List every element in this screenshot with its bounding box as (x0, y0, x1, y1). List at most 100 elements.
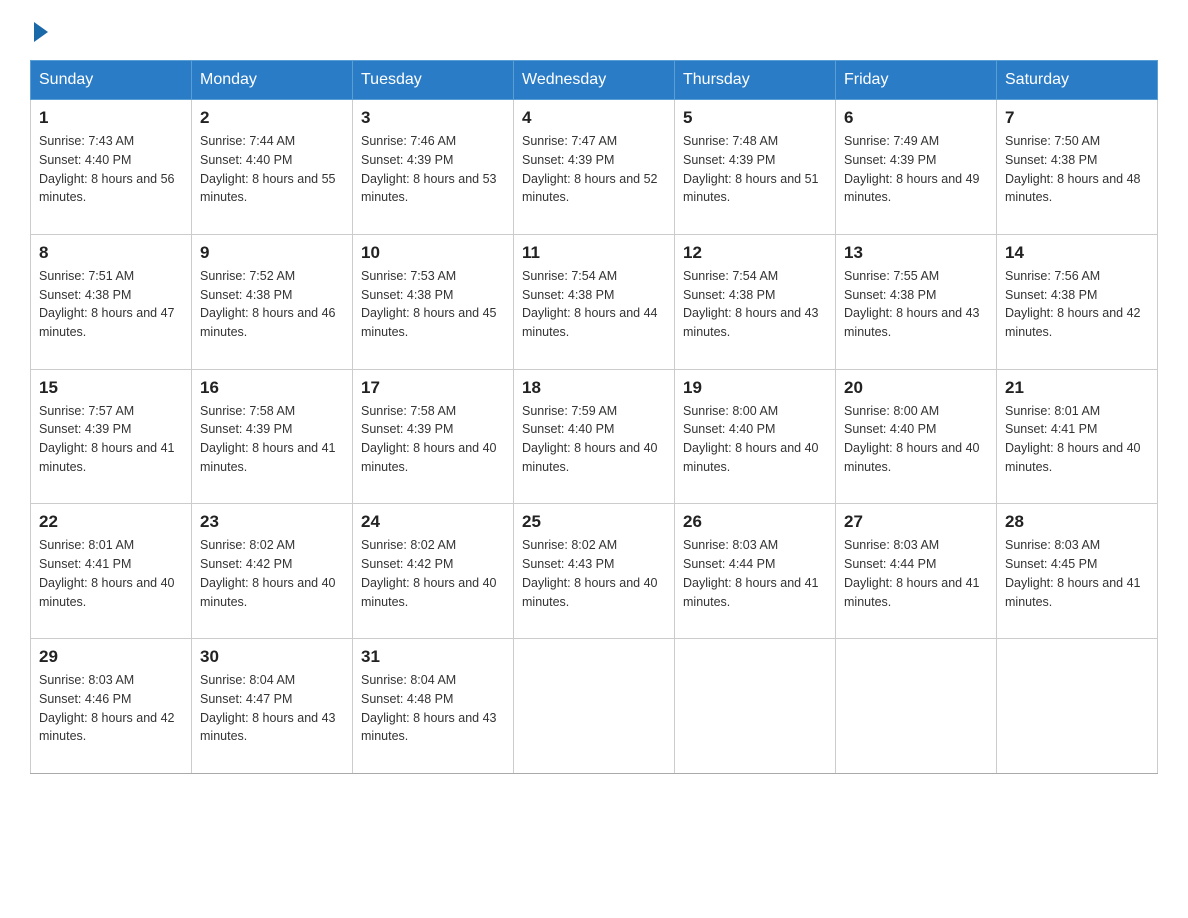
calendar-cell: 9 Sunrise: 7:52 AM Sunset: 4:38 PM Dayli… (192, 234, 353, 369)
day-number: 9 (200, 243, 344, 263)
day-info: Sunrise: 8:02 AM Sunset: 4:43 PM Dayligh… (522, 536, 666, 630)
calendar-cell (997, 639, 1158, 774)
calendar-cell: 5 Sunrise: 7:48 AM Sunset: 4:39 PM Dayli… (675, 100, 836, 235)
day-info: Sunrise: 8:00 AM Sunset: 4:40 PM Dayligh… (844, 402, 988, 496)
calendar-cell: 13 Sunrise: 7:55 AM Sunset: 4:38 PM Dayl… (836, 234, 997, 369)
calendar-cell: 31 Sunrise: 8:04 AM Sunset: 4:48 PM Dayl… (353, 639, 514, 774)
day-info: Sunrise: 7:51 AM Sunset: 4:38 PM Dayligh… (39, 267, 183, 361)
logo-arrow-icon (34, 22, 48, 42)
calendar-cell: 18 Sunrise: 7:59 AM Sunset: 4:40 PM Dayl… (514, 369, 675, 504)
day-info: Sunrise: 7:59 AM Sunset: 4:40 PM Dayligh… (522, 402, 666, 496)
calendar-cell (836, 639, 997, 774)
calendar-cell: 22 Sunrise: 8:01 AM Sunset: 4:41 PM Dayl… (31, 504, 192, 639)
calendar-week-row: 29 Sunrise: 8:03 AM Sunset: 4:46 PM Dayl… (31, 639, 1158, 774)
day-number: 7 (1005, 108, 1149, 128)
calendar-header-row: SundayMondayTuesdayWednesdayThursdayFrid… (31, 61, 1158, 100)
calendar-header-saturday: Saturday (997, 61, 1158, 100)
day-info: Sunrise: 8:01 AM Sunset: 4:41 PM Dayligh… (1005, 402, 1149, 496)
day-number: 16 (200, 378, 344, 398)
day-info: Sunrise: 8:01 AM Sunset: 4:41 PM Dayligh… (39, 536, 183, 630)
calendar-cell: 28 Sunrise: 8:03 AM Sunset: 4:45 PM Dayl… (997, 504, 1158, 639)
day-number: 6 (844, 108, 988, 128)
day-number: 20 (844, 378, 988, 398)
day-info: Sunrise: 7:52 AM Sunset: 4:38 PM Dayligh… (200, 267, 344, 361)
calendar-cell: 25 Sunrise: 8:02 AM Sunset: 4:43 PM Dayl… (514, 504, 675, 639)
day-info: Sunrise: 7:49 AM Sunset: 4:39 PM Dayligh… (844, 132, 988, 226)
day-info: Sunrise: 7:54 AM Sunset: 4:38 PM Dayligh… (683, 267, 827, 361)
day-info: Sunrise: 7:57 AM Sunset: 4:39 PM Dayligh… (39, 402, 183, 496)
calendar-cell: 6 Sunrise: 7:49 AM Sunset: 4:39 PM Dayli… (836, 100, 997, 235)
calendar-cell (675, 639, 836, 774)
calendar-cell: 11 Sunrise: 7:54 AM Sunset: 4:38 PM Dayl… (514, 234, 675, 369)
day-info: Sunrise: 7:48 AM Sunset: 4:39 PM Dayligh… (683, 132, 827, 226)
calendar-cell: 30 Sunrise: 8:04 AM Sunset: 4:47 PM Dayl… (192, 639, 353, 774)
day-number: 27 (844, 512, 988, 532)
calendar-cell: 29 Sunrise: 8:03 AM Sunset: 4:46 PM Dayl… (31, 639, 192, 774)
day-number: 17 (361, 378, 505, 398)
day-info: Sunrise: 7:55 AM Sunset: 4:38 PM Dayligh… (844, 267, 988, 361)
day-number: 5 (683, 108, 827, 128)
calendar-header-tuesday: Tuesday (353, 61, 514, 100)
day-number: 8 (39, 243, 183, 263)
calendar-cell: 12 Sunrise: 7:54 AM Sunset: 4:38 PM Dayl… (675, 234, 836, 369)
day-number: 4 (522, 108, 666, 128)
calendar-week-row: 22 Sunrise: 8:01 AM Sunset: 4:41 PM Dayl… (31, 504, 1158, 639)
day-number: 31 (361, 647, 505, 667)
day-info: Sunrise: 8:04 AM Sunset: 4:47 PM Dayligh… (200, 671, 344, 765)
day-info: Sunrise: 8:03 AM Sunset: 4:44 PM Dayligh… (844, 536, 988, 630)
calendar-header-wednesday: Wednesday (514, 61, 675, 100)
day-info: Sunrise: 8:03 AM Sunset: 4:44 PM Dayligh… (683, 536, 827, 630)
day-info: Sunrise: 7:46 AM Sunset: 4:39 PM Dayligh… (361, 132, 505, 226)
day-number: 29 (39, 647, 183, 667)
day-info: Sunrise: 7:53 AM Sunset: 4:38 PM Dayligh… (361, 267, 505, 361)
calendar-header-friday: Friday (836, 61, 997, 100)
calendar-cell: 2 Sunrise: 7:44 AM Sunset: 4:40 PM Dayli… (192, 100, 353, 235)
calendar-cell: 1 Sunrise: 7:43 AM Sunset: 4:40 PM Dayli… (31, 100, 192, 235)
day-number: 10 (361, 243, 505, 263)
day-info: Sunrise: 8:03 AM Sunset: 4:45 PM Dayligh… (1005, 536, 1149, 630)
day-number: 15 (39, 378, 183, 398)
calendar-week-row: 1 Sunrise: 7:43 AM Sunset: 4:40 PM Dayli… (31, 100, 1158, 235)
calendar-cell: 20 Sunrise: 8:00 AM Sunset: 4:40 PM Dayl… (836, 369, 997, 504)
calendar-cell: 3 Sunrise: 7:46 AM Sunset: 4:39 PM Dayli… (353, 100, 514, 235)
day-number: 28 (1005, 512, 1149, 532)
day-number: 3 (361, 108, 505, 128)
day-number: 22 (39, 512, 183, 532)
day-info: Sunrise: 7:54 AM Sunset: 4:38 PM Dayligh… (522, 267, 666, 361)
calendar-header-sunday: Sunday (31, 61, 192, 100)
calendar-cell: 26 Sunrise: 8:03 AM Sunset: 4:44 PM Dayl… (675, 504, 836, 639)
calendar-cell: 21 Sunrise: 8:01 AM Sunset: 4:41 PM Dayl… (997, 369, 1158, 504)
calendar-week-row: 8 Sunrise: 7:51 AM Sunset: 4:38 PM Dayli… (31, 234, 1158, 369)
calendar-cell (514, 639, 675, 774)
day-number: 25 (522, 512, 666, 532)
day-info: Sunrise: 7:43 AM Sunset: 4:40 PM Dayligh… (39, 132, 183, 226)
calendar-cell: 7 Sunrise: 7:50 AM Sunset: 4:38 PM Dayli… (997, 100, 1158, 235)
day-number: 23 (200, 512, 344, 532)
day-info: Sunrise: 7:44 AM Sunset: 4:40 PM Dayligh… (200, 132, 344, 226)
logo (30, 20, 48, 40)
day-number: 18 (522, 378, 666, 398)
calendar-header-monday: Monday (192, 61, 353, 100)
calendar-cell: 24 Sunrise: 8:02 AM Sunset: 4:42 PM Dayl… (353, 504, 514, 639)
day-number: 12 (683, 243, 827, 263)
calendar-cell: 17 Sunrise: 7:58 AM Sunset: 4:39 PM Dayl… (353, 369, 514, 504)
day-info: Sunrise: 7:58 AM Sunset: 4:39 PM Dayligh… (200, 402, 344, 496)
day-number: 24 (361, 512, 505, 532)
day-info: Sunrise: 7:58 AM Sunset: 4:39 PM Dayligh… (361, 402, 505, 496)
calendar-header-thursday: Thursday (675, 61, 836, 100)
calendar-cell: 15 Sunrise: 7:57 AM Sunset: 4:39 PM Dayl… (31, 369, 192, 504)
day-number: 13 (844, 243, 988, 263)
calendar-cell: 10 Sunrise: 7:53 AM Sunset: 4:38 PM Dayl… (353, 234, 514, 369)
page-header (30, 20, 1158, 40)
day-info: Sunrise: 8:04 AM Sunset: 4:48 PM Dayligh… (361, 671, 505, 765)
calendar-cell: 23 Sunrise: 8:02 AM Sunset: 4:42 PM Dayl… (192, 504, 353, 639)
day-info: Sunrise: 8:00 AM Sunset: 4:40 PM Dayligh… (683, 402, 827, 496)
day-number: 21 (1005, 378, 1149, 398)
calendar-table: SundayMondayTuesdayWednesdayThursdayFrid… (30, 60, 1158, 774)
day-info: Sunrise: 8:03 AM Sunset: 4:46 PM Dayligh… (39, 671, 183, 765)
day-number: 11 (522, 243, 666, 263)
calendar-cell: 16 Sunrise: 7:58 AM Sunset: 4:39 PM Dayl… (192, 369, 353, 504)
day-number: 19 (683, 378, 827, 398)
day-info: Sunrise: 7:50 AM Sunset: 4:38 PM Dayligh… (1005, 132, 1149, 226)
day-number: 26 (683, 512, 827, 532)
